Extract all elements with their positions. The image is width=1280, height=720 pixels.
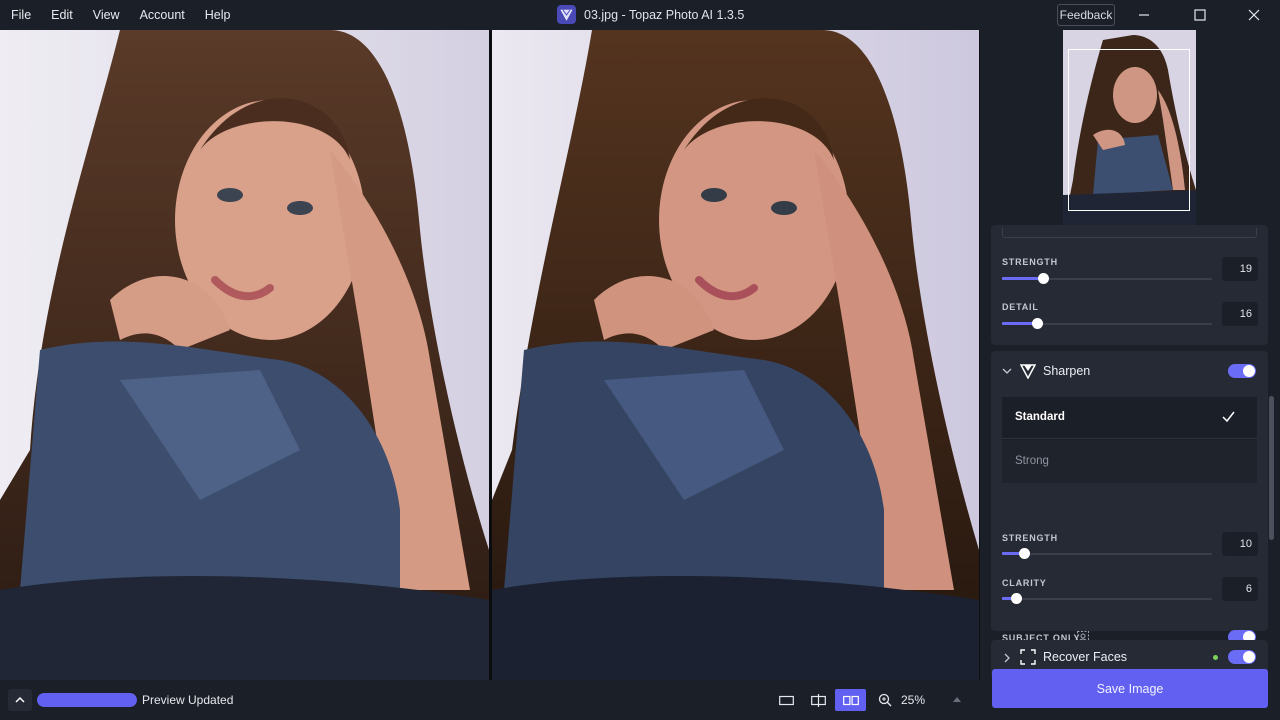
window-title-group: 03.jpg - Topaz Photo AI 1.3.5 [557, 5, 744, 24]
side-by-side-view-button[interactable] [835, 689, 866, 711]
sharpen-clarity-value[interactable]: 6 [1222, 577, 1258, 601]
denoise-strength-value[interactable]: 19 [1222, 257, 1258, 281]
image-viewer[interactable] [0, 30, 980, 680]
denoise-detail-value[interactable]: 16 [1222, 302, 1258, 326]
sharpen-option-standard-label: Standard [1015, 411, 1065, 423]
sharpen-option-standard[interactable]: Standard [1002, 397, 1257, 439]
zoom-dropdown-icon[interactable] [952, 696, 962, 703]
sharpen-clarity-slider[interactable] [1002, 593, 1212, 605]
maximize-icon [1194, 9, 1206, 21]
minimize-icon [1139, 14, 1149, 16]
status-dot-icon [1213, 655, 1218, 660]
minimize-button[interactable] [1121, 0, 1167, 30]
navigator-panel [980, 30, 1280, 230]
split-view-button[interactable] [805, 689, 831, 711]
portrait-original-image [0, 30, 489, 680]
sharpen-clarity-label: CLARITY [1002, 578, 1047, 588]
close-icon [1248, 9, 1260, 21]
sharpen-model-list: Standard Strong [1002, 397, 1257, 483]
checkmark-icon [1222, 411, 1235, 422]
menu-help[interactable]: Help [205, 8, 231, 22]
face-icon [1020, 649, 1036, 665]
sharpen-strength-slider[interactable] [1002, 548, 1212, 560]
expand-button[interactable] [8, 689, 32, 711]
status-text: Preview Updated [142, 693, 234, 707]
menu-account[interactable]: Account [140, 8, 185, 22]
window-title: 03.jpg - Topaz Photo AI 1.3.5 [584, 7, 745, 22]
sidebar-scrollbar[interactable] [1269, 396, 1274, 540]
recover-faces-toggle[interactable] [1228, 650, 1256, 664]
single-view-icon [778, 695, 794, 705]
denoise-card: STRENGTH 19 DETAIL 16 [991, 225, 1268, 345]
chevron-right-icon[interactable] [1002, 653, 1012, 663]
feedback-button[interactable]: Feedback [1057, 4, 1115, 26]
split-view-icon [810, 693, 826, 707]
zoom-level[interactable]: 25% [901, 693, 925, 707]
original-preview[interactable] [0, 30, 489, 680]
denoise-strength-label: STRENGTH [1002, 257, 1058, 267]
preview-progress-fill [37, 693, 137, 707]
portrait-processed-image [492, 30, 979, 680]
denoise-strength-slider[interactable] [1002, 273, 1212, 285]
topaz-logo-icon [557, 5, 576, 24]
zoom-icon[interactable] [878, 693, 892, 707]
chevron-down-icon[interactable] [1002, 366, 1012, 376]
sharpen-toggle[interactable] [1228, 364, 1256, 378]
save-image-button[interactable]: Save Image [992, 669, 1268, 708]
title-bar: File Edit View Account Help 03.jpg - Top… [0, 0, 1280, 30]
sharpen-strength-label: STRENGTH [1002, 533, 1058, 543]
menu-file[interactable]: File [11, 8, 31, 22]
sharpen-card: Sharpen Standard Strong STRENGTH 10 CLAR… [991, 351, 1268, 644]
processed-preview[interactable] [492, 30, 979, 680]
menu-view[interactable]: View [93, 8, 120, 22]
recover-faces-title: Recover Faces [1043, 650, 1128, 664]
navigator-viewport-frame[interactable] [1068, 49, 1190, 211]
sharpen-option-strong[interactable]: Strong [1002, 440, 1257, 483]
close-button[interactable] [1231, 0, 1277, 30]
sharpen-option-strong-label: Strong [1015, 455, 1049, 467]
single-view-button[interactable] [773, 689, 799, 711]
sharpen-icon [1020, 364, 1036, 379]
maximize-button[interactable] [1177, 0, 1223, 30]
settings-sidebar: STRENGTH 19 DETAIL 16 Sharpen Standard S… [980, 30, 1280, 680]
sharpen-strength-value[interactable]: 10 [1222, 532, 1258, 556]
denoise-detail-slider[interactable] [1002, 318, 1212, 330]
preview-progress-bar [37, 693, 137, 707]
denoise-detail-label: DETAIL [1002, 302, 1039, 312]
denoise-mode-selector[interactable] [1002, 228, 1257, 238]
chevron-up-icon [15, 696, 25, 703]
sharpen-title: Sharpen [1043, 364, 1091, 378]
menu-bar: File Edit View Account Help [0, 0, 250, 30]
menu-edit[interactable]: Edit [51, 8, 73, 22]
side-by-side-icon [842, 695, 859, 705]
